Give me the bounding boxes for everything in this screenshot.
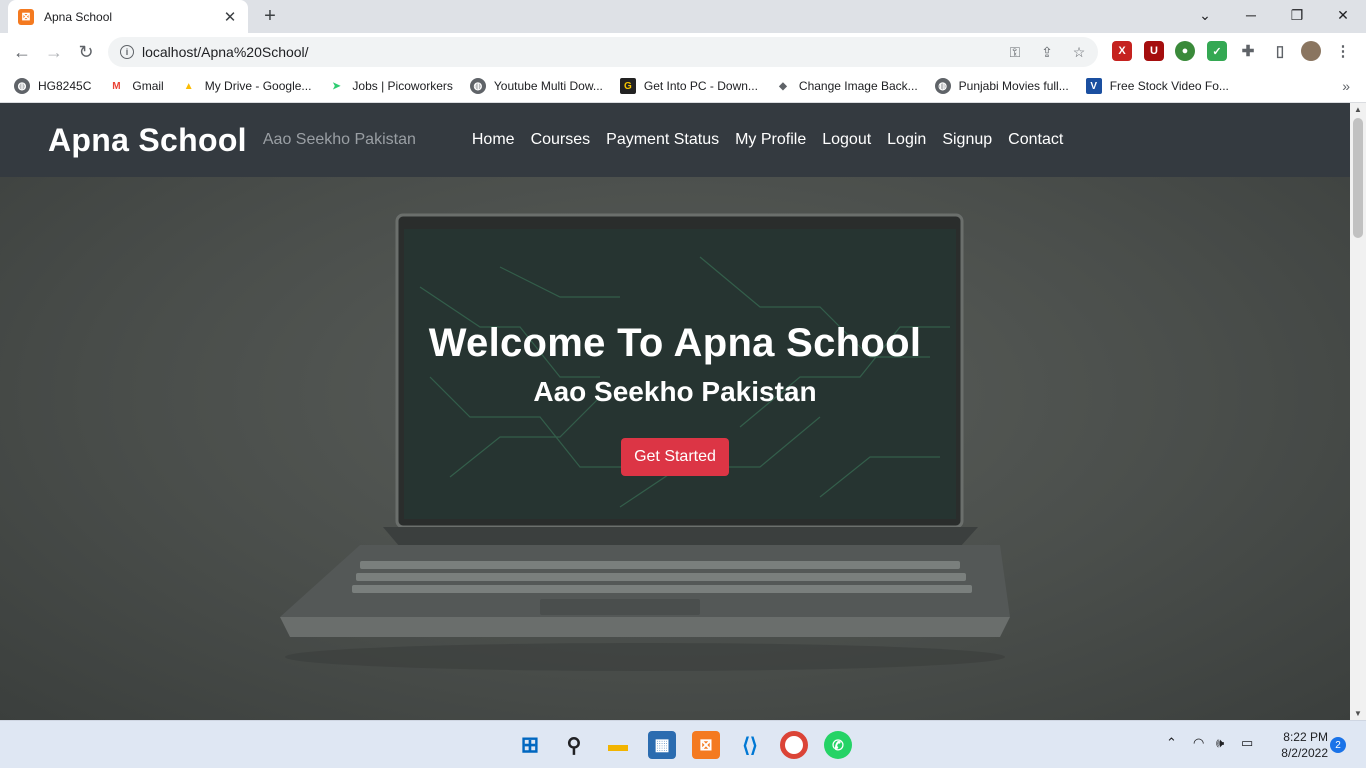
scroll-up-icon[interactable]: ▲ xyxy=(1354,105,1362,114)
reload-button[interactable]: ↻ xyxy=(74,40,98,64)
v-icon: V xyxy=(1085,78,1102,94)
browser-toolbar: ← → ↻ i localhost/Apna%20School/ ⚿ ⇪ ☆ X… xyxy=(0,33,1366,70)
site-tagline: Aao Seekho Pakistan xyxy=(262,131,416,148)
close-window-button[interactable]: ✕ xyxy=(1320,0,1366,30)
scroll-down-icon[interactable]: ▼ xyxy=(1354,709,1362,718)
key-icon[interactable]: ⚿ xyxy=(1006,43,1024,61)
bookmarks-bar: ◍ HG8245C M Gmail ▲ My Drive - Google...… xyxy=(0,70,1366,103)
clock-time: 8:22 PM xyxy=(1283,730,1328,744)
vscode-icon[interactable]: ⟨⟩ xyxy=(736,731,764,759)
microsoft-store-icon[interactable]: ▦ xyxy=(648,731,676,759)
new-tab-button[interactable]: + xyxy=(259,5,281,27)
nav-my-profile[interactable]: My Profile xyxy=(735,131,806,149)
extension-x-icon[interactable]: X xyxy=(1112,41,1132,61)
windows-taskbar: ⊞ ⚲ ▬ ▦ ⊠ ⟨⟩ ✆ ⌃ ◠ 🕪 ▭ 8:22 PM 8/2/2022 … xyxy=(0,720,1366,768)
bookmark-label: Free Stock Video Fo... xyxy=(1109,79,1229,93)
nav-payment-status[interactable]: Payment Status xyxy=(606,131,719,149)
file-explorer-icon[interactable]: ▬ xyxy=(604,731,632,759)
xampp-taskbar-icon[interactable]: ⊠ xyxy=(692,731,720,759)
address-bar[interactable]: i localhost/Apna%20School/ ⚿ ⇪ ☆ xyxy=(108,37,1098,67)
hero-content: Welcome To Apna School Aao Seekho Pakist… xyxy=(0,321,1350,476)
browser-tab[interactable]: ⊠ Apna School ✕ xyxy=(8,0,248,33)
share-icon[interactable]: ⇪ xyxy=(1038,43,1056,61)
gmail-icon: M xyxy=(112,80,121,92)
tab-title: Apna School xyxy=(44,9,113,24)
notification-badge[interactable]: 2 xyxy=(1330,737,1346,753)
bookmark-label: Change Image Back... xyxy=(798,79,918,93)
nav-courses[interactable]: Courses xyxy=(531,131,591,149)
nav-contact[interactable]: Contact xyxy=(1008,131,1063,149)
scrollbar-thumb[interactable] xyxy=(1353,118,1363,238)
side-panel-icon[interactable]: ▯ xyxy=(1270,41,1290,61)
bookmark-label: Punjabi Movies full... xyxy=(958,79,1069,93)
profile-avatar[interactable] xyxy=(1301,41,1321,61)
bookmark-get-into-pc[interactable]: G Get Into PC - Down... xyxy=(619,78,758,94)
whatsapp-icon[interactable]: ✆ xyxy=(824,731,852,759)
bookmark-label: My Drive - Google... xyxy=(204,79,312,93)
nav-signup[interactable]: Signup xyxy=(942,131,992,149)
bookmark-gmail[interactable]: M Gmail xyxy=(108,78,164,94)
layers-icon: ◆ xyxy=(779,80,787,92)
show-hidden-icons-chevron-icon[interactable]: ⌃ xyxy=(1166,735,1177,751)
g-icon: G xyxy=(619,78,636,94)
minimize-button[interactable]: ─ xyxy=(1228,0,1274,30)
tab-strip: ⊠ Apna School ✕ + ⌄ ─ ❐ ✕ xyxy=(0,0,1366,33)
bookmark-hg8245c[interactable]: ◍ HG8245C xyxy=(14,78,91,94)
tab-search-icon[interactable]: ⌄ xyxy=(1182,0,1228,30)
bookmark-label: HG8245C xyxy=(38,79,92,93)
system-clock[interactable]: 8:22 PM 8/2/2022 xyxy=(1268,729,1328,761)
xampp-icon: ⊠ xyxy=(18,8,34,25)
hero-section: Welcome To Apna School Aao Seekho Pakist… xyxy=(0,177,1350,720)
web-page: Apna School Aao Seekho Pakistan Home Cou… xyxy=(0,103,1350,720)
nav-logout[interactable]: Logout xyxy=(822,131,871,149)
bookmark-label: Gmail xyxy=(132,79,164,93)
bookmarks-overflow-icon[interactable]: » xyxy=(1342,78,1350,94)
volume-icon[interactable]: 🕪 xyxy=(1216,735,1224,751)
bookmark-free-stock-video[interactable]: V Free Stock Video Fo... xyxy=(1085,78,1229,94)
drive-icon: ▲ xyxy=(183,80,194,92)
chrome-icon[interactable] xyxy=(780,731,808,759)
send-icon: ➤ xyxy=(332,80,341,92)
extension-check-icon[interactable]: ✓ xyxy=(1207,41,1227,61)
url-text[interactable]: localhost/Apna%20School/ xyxy=(142,44,309,60)
bookmark-picoworkers[interactable]: ➤ Jobs | Picoworkers xyxy=(328,78,453,94)
battery-icon[interactable]: ▭ xyxy=(1241,735,1253,751)
hero-title: Welcome To Apna School xyxy=(428,321,922,365)
bookmark-label: Jobs | Picoworkers xyxy=(352,79,453,93)
extension-shield-icon[interactable]: U xyxy=(1144,41,1164,61)
globe-icon: ◍ xyxy=(14,78,30,94)
nav-home[interactable]: Home xyxy=(472,131,515,149)
bookmark-change-image[interactable]: ◆ Change Image Back... xyxy=(775,78,918,94)
bookmark-punjabi-movies[interactable]: ◍ Punjabi Movies full... xyxy=(934,78,1069,94)
restore-button[interactable]: ❐ xyxy=(1274,0,1320,30)
nav-login[interactable]: Login xyxy=(887,131,926,149)
page-scrollbar[interactable]: ▲ ▼ xyxy=(1350,103,1366,720)
bookmark-label: Youtube Multi Dow... xyxy=(493,79,603,93)
search-icon[interactable]: ⚲ xyxy=(560,731,588,759)
wifi-icon[interactable]: ◠ xyxy=(1193,735,1204,751)
close-tab-icon[interactable]: ✕ xyxy=(222,8,238,26)
get-started-button[interactable]: Get Started xyxy=(621,438,729,476)
clock-date: 8/2/2022 xyxy=(1281,746,1328,760)
extension-globe-icon[interactable]: ● xyxy=(1175,41,1195,61)
start-windows-icon[interactable]: ⊞ xyxy=(516,731,544,759)
bookmark-star-icon[interactable]: ☆ xyxy=(1070,43,1088,61)
forward-button[interactable]: → xyxy=(42,40,66,64)
globe-icon: ◍ xyxy=(469,78,486,94)
bookmark-my-drive[interactable]: ▲ My Drive - Google... xyxy=(181,78,312,94)
back-button[interactable]: ← xyxy=(10,40,34,64)
extensions-puzzle-icon[interactable]: ✚ xyxy=(1238,41,1258,61)
globe-icon: ◍ xyxy=(934,78,951,94)
bookmark-label: Get Into PC - Down... xyxy=(643,79,758,93)
bookmark-youtube-multi[interactable]: ◍ Youtube Multi Dow... xyxy=(469,78,603,94)
hero-subtitle: Aao Seekho Pakistan xyxy=(533,376,817,407)
site-info-icon[interactable]: i xyxy=(120,45,134,59)
site-brand[interactable]: Apna School xyxy=(48,122,247,159)
site-navbar: Apna School Aao Seekho Pakistan Home Cou… xyxy=(0,103,1350,177)
chrome-menu-icon[interactable]: ⋮ xyxy=(1333,41,1353,61)
